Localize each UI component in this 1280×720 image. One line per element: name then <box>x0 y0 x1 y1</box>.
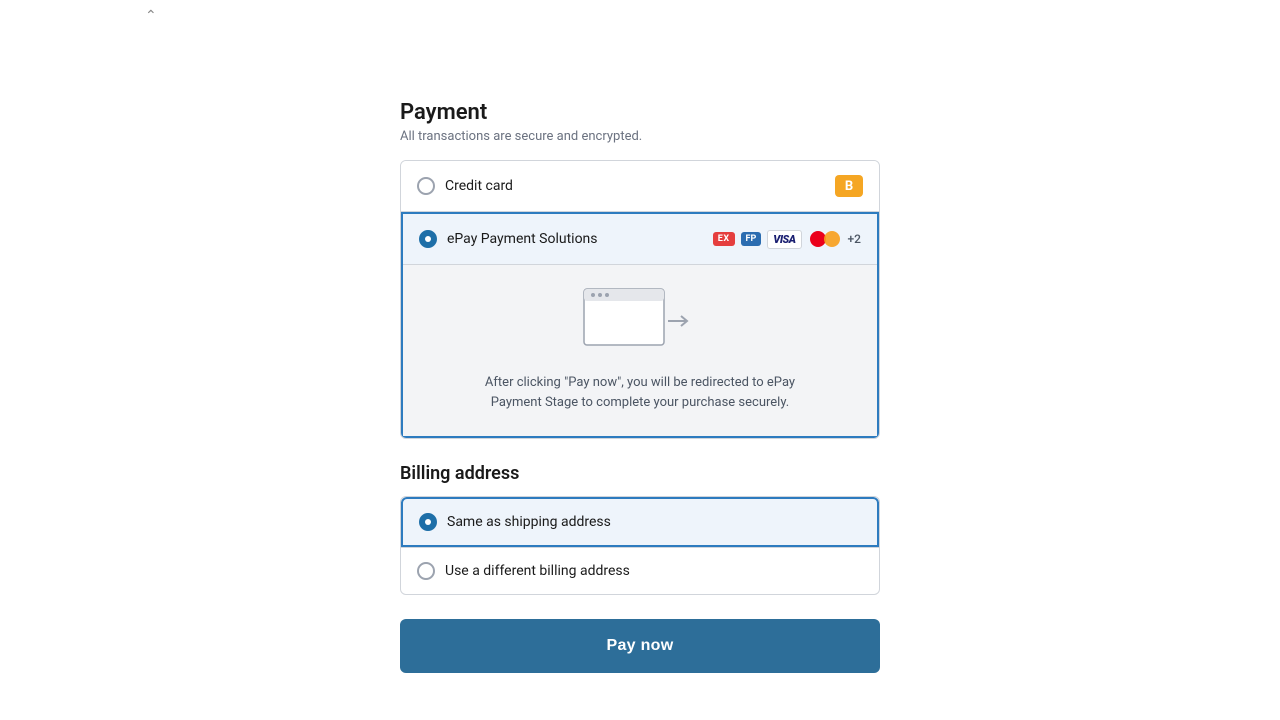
credit-card-radio[interactable] <box>417 177 435 195</box>
same-shipping-label: Same as shipping address <box>447 514 611 530</box>
payment-option-credit-card[interactable]: Credit card B <box>401 161 879 212</box>
b-badge-icon: B <box>835 175 863 197</box>
same-shipping-radio[interactable] <box>419 513 437 531</box>
billing-section: Billing address Same as shipping address… <box>400 463 880 595</box>
plus-more-badge: +2 <box>848 232 861 246</box>
pay-now-button[interactable]: Pay now <box>400 619 880 673</box>
different-billing-label: Use a different billing address <box>445 563 630 579</box>
epay-red-icon: EX <box>713 232 735 246</box>
mastercard-icon <box>808 228 842 250</box>
payment-title: Payment <box>400 100 880 125</box>
billing-option-same-shipping[interactable]: Same as shipping address <box>401 497 879 547</box>
epay-icons: EX FP VISA +2 <box>713 228 861 250</box>
billing-title: Billing address <box>400 463 880 484</box>
epay-option-left: ePay Payment Solutions <box>419 230 598 248</box>
billing-option-different[interactable]: Use a different billing address <box>401 547 879 594</box>
billing-options-container: Same as shipping address Use a different… <box>400 496 880 595</box>
epay-radio[interactable] <box>419 230 437 248</box>
redirect-box: After clicking "Pay now", you will be re… <box>403 264 877 436</box>
epay-label: ePay Payment Solutions <box>447 231 598 247</box>
credit-card-icons: B <box>835 175 863 197</box>
epay-blue-icon: FP <box>741 232 762 246</box>
credit-card-option-left: Credit card <box>417 177 513 195</box>
redirect-text: After clicking "Pay now", you will be re… <box>485 373 795 412</box>
payment-subtitle: All transactions are secure and encrypte… <box>400 129 880 144</box>
page-container: ⌃ Payment All transactions are secure an… <box>0 0 1280 720</box>
browser-window-icon <box>580 285 700 357</box>
payment-options-container: Credit card B ePay Payment Solutions <box>400 160 880 439</box>
credit-card-label: Credit card <box>445 178 513 194</box>
different-billing-radio[interactable] <box>417 562 435 580</box>
payment-option-epay[interactable]: ePay Payment Solutions EX FP VISA +2 <box>401 212 879 438</box>
payment-section: Payment All transactions are secure and … <box>400 100 880 439</box>
main-content: Payment All transactions are secure and … <box>400 0 880 673</box>
visa-icon: VISA <box>767 230 801 249</box>
chevron-up-icon[interactable]: ⌃ <box>145 8 157 24</box>
